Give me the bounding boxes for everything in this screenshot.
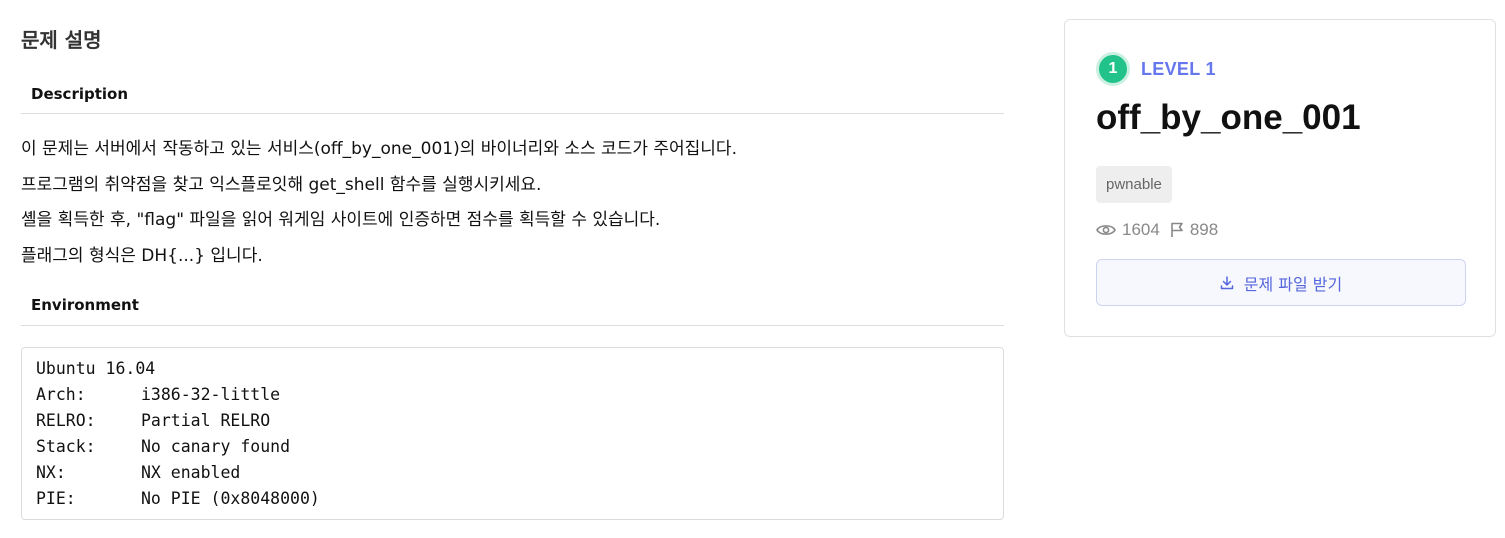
level-label: LEVEL 1 <box>1141 58 1216 79</box>
description-line: 셸을 획득한 후, "flag" 파일을 읽어 워게임 사이트에 인증하면 점수… <box>21 210 661 230</box>
env-key: NX: <box>36 463 66 482</box>
level-indicator: 1 LEVEL 1 <box>1096 52 1216 86</box>
env-key: PIE: <box>36 489 76 508</box>
challenge-title: off_by_one_001 <box>1096 98 1361 137</box>
views-count: 1604 <box>1122 220 1160 239</box>
env-row: Stack: No canary found <box>36 434 989 460</box>
env-os: Ubuntu 16.04 <box>36 359 156 378</box>
env-row: PIE: No PIE (0x8048000) <box>36 486 989 512</box>
description-line: 플래그의 형식은 DH{...} 입니다. <box>21 245 263 266</box>
environment-divider <box>21 325 1004 326</box>
solves-count: 898 <box>1189 220 1219 239</box>
env-row: RELRO: Partial RELRO <box>36 408 989 434</box>
eye-icon <box>1096 223 1116 237</box>
environment-code-block: Ubuntu 16.04 Arch: i386-32-little RELRO: P… <box>21 347 1004 520</box>
environment-heading: Environment <box>31 296 139 314</box>
challenge-stats: 1604 898 <box>1096 218 1228 242</box>
env-value: i386-32-little <box>141 385 281 404</box>
category-tag[interactable]: pwnable <box>1096 166 1172 203</box>
download-files-button[interactable]: 문제 파일 받기 <box>1096 259 1466 306</box>
env-value: No PIE (0x8048000) <box>141 489 320 508</box>
env-key: Arch: <box>36 385 86 404</box>
page-title: 문제 설명 <box>21 28 102 52</box>
description-line: 이 문제는 서버에서 작동하고 있는 서비스(off_by_one_001)의 … <box>21 139 737 159</box>
env-key: RELRO: <box>36 411 96 430</box>
env-row: NX: NX enabled <box>36 460 989 486</box>
description-text: 이 문제는 서버에서 작동하고 있는 서비스(off_by_one_001)의 … <box>21 132 737 274</box>
description-divider <box>21 113 1004 114</box>
description-line: 프로그램의 취약점을 찾고 익스플로잇해 get_shell 함수를 실행시키세… <box>21 174 542 195</box>
description-heading: Description <box>31 85 129 103</box>
download-label: 문제 파일 받기 <box>1243 274 1343 294</box>
env-row: Arch: i386-32-little <box>36 382 989 408</box>
env-key: Stack: <box>36 437 96 456</box>
flag-icon <box>1170 222 1184 238</box>
env-value: No canary found <box>141 437 291 456</box>
env-value: Partial RELRO <box>141 411 271 430</box>
challenge-info-card: 1 LEVEL 1 off_by_one_001 pwnable 1604 89… <box>1064 19 1496 337</box>
env-value: NX enabled <box>141 463 241 482</box>
download-icon <box>1220 275 1234 290</box>
level-badge: 1 <box>1096 52 1130 86</box>
